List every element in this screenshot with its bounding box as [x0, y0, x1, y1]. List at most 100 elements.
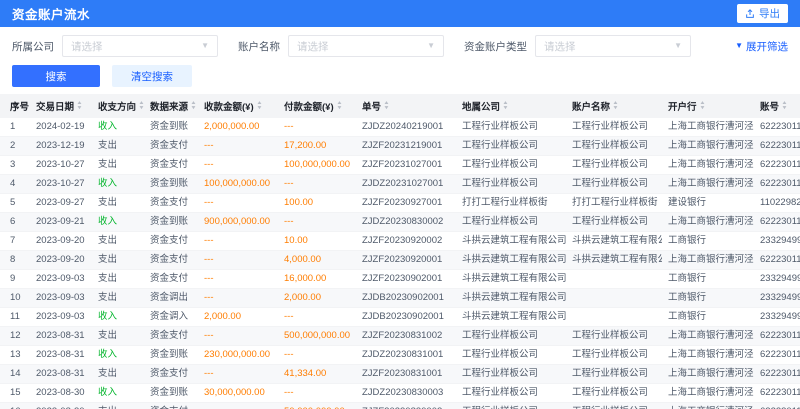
cell-payment: 50,000,000.00: [278, 403, 356, 409]
cell-company: 工程行业样板公司: [456, 365, 566, 384]
table-row: 102023-09-03支出资金调出---2,000.00ZJDB2023090…: [0, 289, 800, 308]
sort-icon[interactable]: ▲▼: [139, 101, 144, 111]
sort-icon[interactable]: ▲▼: [191, 101, 196, 111]
cell-direction: 支出: [92, 403, 144, 409]
cell-bank: 工商银行: [662, 308, 754, 327]
cell-date: 2023-09-03: [30, 270, 92, 289]
table-row: 122023-08-31支出资金支付---500,000,000.00ZJZF2…: [0, 327, 800, 346]
export-button-label: 导出: [759, 6, 780, 21]
cell-order_no: ZJDZ20240219001: [356, 118, 456, 137]
cell-direction: 收入: [92, 384, 144, 403]
cell-source: 资金调出: [144, 289, 198, 308]
cell-payment: ---: [278, 308, 356, 327]
column-header-account_no[interactable]: 账号▲▼: [754, 94, 800, 118]
cell-receipt: ---: [198, 251, 278, 270]
cell-direction: 支出: [92, 194, 144, 213]
column-header-account[interactable]: 账户名称▲▼: [566, 94, 662, 118]
sort-icon[interactable]: ▲▼: [503, 101, 508, 111]
company-filter-select[interactable]: 请选择 ▼: [62, 35, 218, 57]
cell-no: 2: [0, 137, 30, 156]
cell-direction: 收入: [92, 175, 144, 194]
account-name-filter-select[interactable]: 请选择 ▼: [288, 35, 444, 57]
cell-account_no: 62223011...: [754, 251, 800, 270]
table-row: 162023-08-30支出资金支付---50,000,000.00ZJZF20…: [0, 403, 800, 409]
cell-no: 1: [0, 118, 30, 137]
column-header-payment[interactable]: 付款金额(¥)▲▼: [278, 94, 356, 118]
cell-company: 工程行业样板公司: [456, 327, 566, 346]
sort-icon[interactable]: ▲▼: [782, 101, 787, 111]
cell-date: 2023-08-31: [30, 327, 92, 346]
cell-account_no: 62223011...: [754, 175, 800, 194]
cell-order_no: ZJZF20231027001: [356, 156, 456, 175]
column-header-company[interactable]: 地属公司▲▼: [456, 94, 566, 118]
cell-account: 工程行业样板公司: [566, 365, 662, 384]
column-label: 账户名称: [572, 99, 610, 113]
cell-receipt: 2,000,000.00: [198, 118, 278, 137]
cell-company: 工程行业样板公司: [456, 137, 566, 156]
sort-icon[interactable]: ▲▼: [613, 101, 618, 111]
cell-receipt: 100,000,000.00: [198, 175, 278, 194]
column-header-direction[interactable]: 收支方向▲▼: [92, 94, 144, 118]
table-row: 142023-08-31支出资金支付---41,334.00ZJZF202308…: [0, 365, 800, 384]
cell-receipt: ---: [198, 137, 278, 156]
cell-order_no: ZJZF20231219001: [356, 137, 456, 156]
column-header-date[interactable]: 交易日期▲▼: [30, 94, 92, 118]
cell-account_no: 23329499...: [754, 289, 800, 308]
cell-company: 斗拱云建筑工程有限公司: [456, 308, 566, 327]
account-name-filter: 账户名称 请选择 ▼: [238, 35, 444, 57]
table-row: 92023-09-03支出资金支付---16,000.00ZJZF2023090…: [0, 270, 800, 289]
expand-filters-link[interactable]: ▼ 展开筛选: [735, 39, 788, 54]
sort-icon[interactable]: ▲▼: [257, 101, 262, 111]
company-filter-label: 所属公司: [12, 39, 54, 54]
cell-account: 工程行业样板公司: [566, 327, 662, 346]
export-button[interactable]: 导出: [737, 4, 788, 23]
cell-no: 6: [0, 213, 30, 232]
table-row: 42023-10-27收入资金到账100,000,000.00---ZJDZ20…: [0, 175, 800, 194]
cell-payment: 500,000,000.00: [278, 327, 356, 346]
cell-direction: 支出: [92, 251, 144, 270]
cell-no: 16: [0, 403, 30, 409]
cell-date: 2023-09-27: [30, 194, 92, 213]
search-actions-row: 搜索 清空搜索: [0, 57, 800, 94]
cell-order_no: ZJDZ20230831001: [356, 346, 456, 365]
cell-account: 工程行业样板公司: [566, 403, 662, 409]
chevron-down-icon: ▼: [735, 42, 743, 50]
cell-account_no: 62223011...: [754, 346, 800, 365]
cell-company: 工程行业样板公司: [456, 403, 566, 409]
clear-search-button[interactable]: 清空搜索: [112, 65, 192, 87]
cell-account: [566, 308, 662, 327]
column-header-source[interactable]: 数据来源▲▼: [144, 94, 198, 118]
cell-account_no: 62223011...: [754, 365, 800, 384]
flow-table: 序号交易日期▲▼收支方向▲▼数据来源▲▼收款金额(¥)▲▼付款金额(¥)▲▼单号…: [0, 94, 800, 409]
account-type-filter-placeholder: 请选择: [544, 39, 576, 54]
sort-icon[interactable]: ▲▼: [337, 101, 342, 111]
cell-account_no: 62223011...: [754, 118, 800, 137]
cell-direction: 支出: [92, 289, 144, 308]
column-header-order_no[interactable]: 单号▲▼: [356, 94, 456, 118]
column-label: 地属公司: [462, 99, 500, 113]
sort-icon[interactable]: ▲▼: [700, 101, 705, 111]
cell-order_no: ZJZF20230920002: [356, 232, 456, 251]
cell-receipt: ---: [198, 403, 278, 409]
account-name-filter-placeholder: 请选择: [297, 39, 329, 54]
cell-receipt: 230,000,000.00: [198, 346, 278, 365]
account-type-filter-select[interactable]: 请选择 ▼: [535, 35, 691, 57]
cell-source: 资金支付: [144, 327, 198, 346]
cell-bank: 上海工商银行漕河泾支行: [662, 251, 754, 270]
column-header-receipt[interactable]: 收款金额(¥)▲▼: [198, 94, 278, 118]
chevron-down-icon: ▼: [201, 42, 209, 50]
cell-company: 工程行业样板公司: [456, 118, 566, 137]
cell-payment: 17,200.00: [278, 137, 356, 156]
cell-direction: 收入: [92, 118, 144, 137]
cell-date: 2023-08-30: [30, 384, 92, 403]
search-button[interactable]: 搜索: [12, 65, 100, 87]
flow-table-grid: 序号交易日期▲▼收支方向▲▼数据来源▲▼收款金额(¥)▲▼付款金额(¥)▲▼单号…: [0, 94, 800, 409]
sort-icon[interactable]: ▲▼: [384, 101, 389, 111]
sort-icon[interactable]: ▲▼: [77, 101, 82, 111]
cell-bank: 上海工商银行漕河泾支行: [662, 403, 754, 409]
cell-direction: 支出: [92, 137, 144, 156]
cell-order_no: ZJDB20230902001: [356, 308, 456, 327]
column-header-bank[interactable]: 开户行▲▼: [662, 94, 754, 118]
cell-no: 11: [0, 308, 30, 327]
cell-bank: 上海工商银行漕河泾支行: [662, 365, 754, 384]
